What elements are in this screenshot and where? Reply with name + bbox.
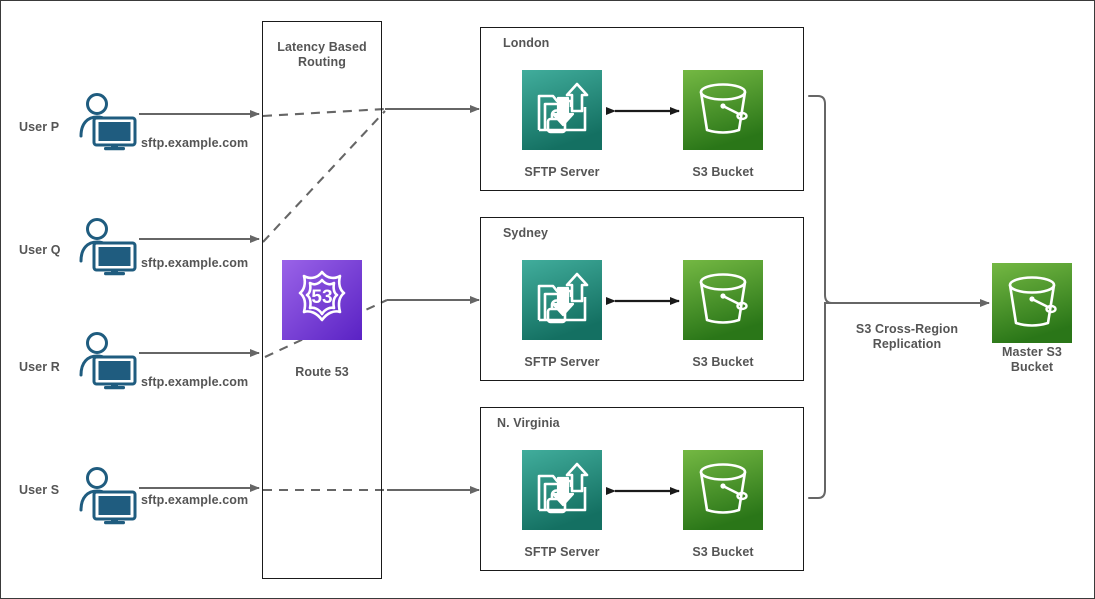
user-icon-p [73,91,137,151]
user-icon-r [73,330,137,390]
master-s3-bucket-label-line2: Bucket [1010,360,1054,374]
s3-bucket-icon-sydney [683,260,763,340]
diagram-canvas: User P User Q User R User S sftp.example… [0,0,1095,599]
master-s3-bucket-label-line1: Master S3 [1002,345,1062,359]
user-label-s: User S [19,483,60,497]
master-s3-bucket-icon [992,263,1072,343]
s3-bucket-icon-london [683,70,763,150]
s3-bucket-label-sydney: S3 Bucket [692,355,754,369]
s3-bucket-icon-n-virginia [683,450,763,530]
sftp-server-label-n-virginia: SFTP Server [524,545,600,559]
latency-routing-title-line1: Latency Based [277,40,367,54]
replication-label-line1: S3 Cross-Region [855,322,959,336]
route53-shield-icon: 53 [282,260,362,340]
svg-text:53: 53 [311,287,332,308]
s3-bucket-label-n-virginia: S3 Bucket [692,545,754,559]
user-icon-q [73,216,137,276]
region-label-london: London [503,36,550,50]
user-icon-s [73,465,137,525]
user-label-p: User P [19,120,60,134]
replication-bracket [808,95,833,499]
region-label-sydney: Sydney [503,226,549,240]
endpoint-label-r: sftp.example.com [141,375,249,389]
endpoint-label-s: sftp.example.com [141,493,249,507]
user-to-route53-arrows [139,110,260,492]
user-label-r: User R [19,360,60,374]
endpoint-label-q: sftp.example.com [141,256,249,270]
user-label-q: User Q [19,243,61,257]
sftp-server-icon-london [522,70,602,150]
replication-label-line2: Replication [872,337,942,351]
route53-label: Route 53 [295,365,349,379]
s3-bucket-label-london: S3 Bucket [692,165,754,179]
latency-routing-title-line2: Routing [298,55,346,69]
sftp-server-icon-n-virginia [522,450,602,530]
sftp-server-label-sydney: SFTP Server [524,355,600,369]
sftp-server-icon-sydney [522,260,602,340]
route53-to-region-arrows [385,105,480,494]
endpoint-label-p: sftp.example.com [141,136,249,150]
sftp-server-label-london: SFTP Server [524,165,600,179]
region-label-n-virginia: N. Virginia [497,416,560,430]
